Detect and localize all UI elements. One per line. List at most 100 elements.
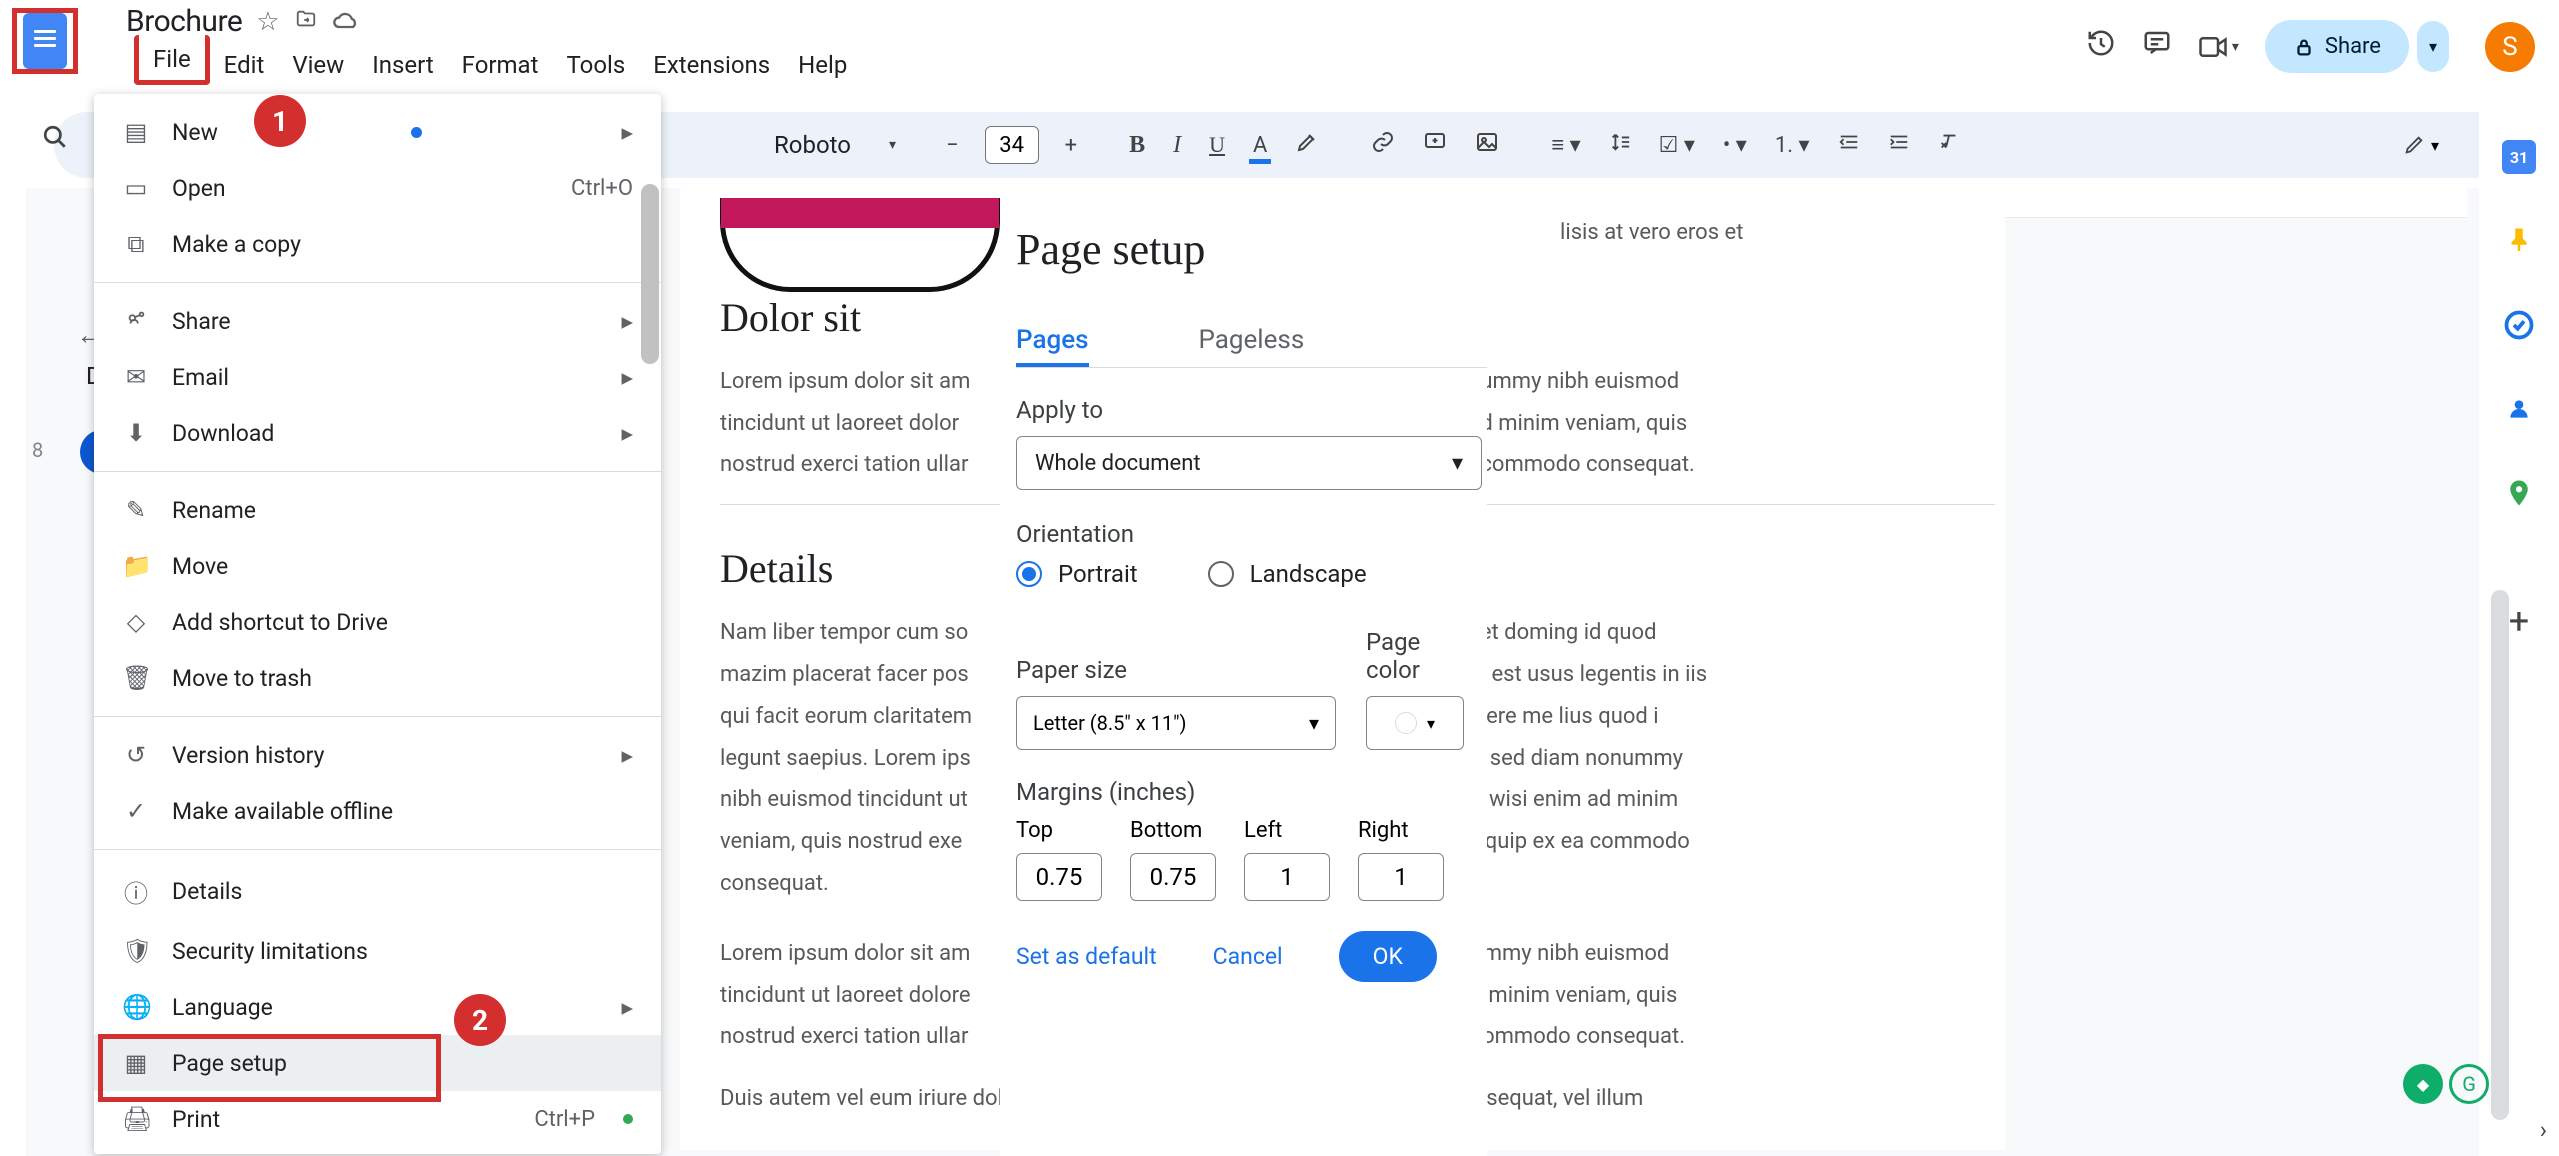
menu-item-download[interactable]: ⬇ Download ▸ [94, 405, 661, 461]
menu-item-page-setup[interactable]: ▦ Page setup [94, 1035, 661, 1091]
star-icon[interactable]: ☆ [256, 7, 279, 37]
menu-item-print[interactable]: 🖨 Print Ctrl+P [94, 1091, 661, 1144]
italic-button[interactable]: I [1161, 124, 1193, 167]
menu-extensions[interactable]: Extensions [639, 45, 784, 85]
share-button[interactable]: Share [2265, 20, 2409, 73]
meet-icon[interactable]: ▾ [2198, 34, 2239, 60]
menu-edit[interactable]: Edit [210, 45, 279, 85]
link-button[interactable] [1359, 122, 1407, 168]
insert-image-button[interactable] [1463, 122, 1511, 168]
add-addon-icon[interactable]: + [2509, 600, 2529, 642]
radio-portrait[interactable]: Portrait [1016, 560, 1138, 588]
trash-icon: 🗑 [122, 664, 150, 692]
comments-icon[interactable] [2142, 28, 2172, 65]
font-selector[interactable]: Roboto [774, 131, 851, 159]
menu-item-rename[interactable]: ✎ Rename [94, 482, 661, 538]
file-menu-dropdown: ▤ New ▸ ▭ Open Ctrl+O ⧉ Make a copy Shar… [94, 94, 661, 1154]
menu-tools[interactable]: Tools [552, 45, 639, 85]
line-spacing-button[interactable] [1597, 123, 1643, 167]
decrease-indent-button[interactable] [1826, 123, 1872, 167]
contacts-icon[interactable] [2502, 392, 2536, 426]
share-dropdown[interactable]: ▾ [2417, 21, 2449, 72]
checklist-button[interactable]: ☑ ▾ [1647, 125, 1707, 166]
font-size-input[interactable] [985, 126, 1039, 164]
set-default-button[interactable]: Set as default [1016, 943, 1157, 970]
calendar-icon[interactable]: 31 [2502, 140, 2536, 174]
page-color-select[interactable]: ▾ [1366, 696, 1464, 750]
menu-item-new[interactable]: ▤ New ▸ [94, 104, 661, 160]
menu-item-version-history[interactable]: ↺ Version history ▸ [94, 727, 661, 783]
align-button[interactable]: ≡ ▾ [1539, 124, 1592, 166]
account-avatar[interactable]: S [2485, 22, 2535, 72]
menu-item-offline[interactable]: ✓ Make available offline [94, 783, 661, 839]
hide-sidepanel-icon[interactable]: › [2540, 1116, 2547, 1144]
margin-left-input[interactable] [1244, 853, 1330, 901]
body-text: tincidunt ut laoreet dolor [720, 403, 970, 445]
maps-icon[interactable] [2502, 476, 2536, 510]
menu-insert[interactable]: Insert [358, 45, 447, 85]
document-scrollbar[interactable] [2491, 590, 2509, 1120]
menu-item-email[interactable]: ✉ Email ▸ [94, 349, 661, 405]
underline-button[interactable]: U [1197, 124, 1237, 166]
increase-size[interactable]: + [1053, 125, 1089, 166]
tab-pages[interactable]: Pages [1016, 317, 1089, 367]
body-text: m; est usus legentis in iis [1462, 654, 1707, 696]
font-dropdown-icon[interactable]: ▾ [889, 137, 896, 153]
menu-scrollbar[interactable] [641, 184, 659, 364]
margin-right-input[interactable] [1358, 853, 1444, 901]
text-color-button[interactable]: A [1241, 125, 1279, 166]
decrease-size[interactable]: − [934, 125, 971, 166]
tasks-icon[interactable] [2502, 308, 2536, 342]
menu-label: Details [172, 878, 242, 905]
numbered-list-button[interactable]: 1. ▾ [1763, 125, 1822, 166]
menu-file[interactable]: File [134, 35, 210, 85]
move-folder-icon[interactable] [294, 8, 318, 36]
highlight-button[interactable] [1283, 122, 1331, 168]
body-text: mazim placerat facer pos [720, 654, 972, 696]
ok-button[interactable]: OK [1339, 931, 1437, 982]
menu-item-details[interactable]: ⓘ Details [94, 860, 661, 923]
cloud-status-icon[interactable] [332, 7, 360, 37]
color-swatch-icon [1395, 712, 1417, 734]
margin-bottom-input[interactable] [1130, 853, 1216, 901]
menu-item-security[interactable]: 🛡 Security limitations [94, 923, 661, 979]
email-icon: ✉ [122, 363, 150, 391]
title-area: Brochure ☆ File Edit View Insert Format … [86, 8, 2086, 85]
body-text: diet doming id quod [1462, 612, 1707, 654]
bold-button[interactable]: B [1117, 124, 1157, 167]
menu-label: Move to trash [172, 665, 312, 692]
menu-item-add-shortcut[interactable]: ◇ Add shortcut to Drive [94, 594, 661, 650]
menu-item-trash[interactable]: 🗑 Move to trash [94, 650, 661, 706]
margin-top-label: Top [1016, 818, 1102, 843]
menu-view[interactable]: View [278, 45, 358, 85]
menu-item-make-copy[interactable]: ⧉ Make a copy [94, 216, 661, 272]
edit-mode-button[interactable]: ▾ [2403, 134, 2439, 156]
document-title[interactable]: Brochure [126, 4, 242, 39]
radio-landscape[interactable]: Landscape [1208, 560, 1367, 588]
body-text: nibh euismod tincidunt ut [720, 779, 972, 821]
history-icon[interactable] [2086, 28, 2116, 65]
search-icon[interactable] [42, 124, 68, 157]
grammarly-widget[interactable]: ◆ G [2403, 1064, 2489, 1104]
dialog-tabs: Pages Pageless [1016, 317, 1487, 368]
chevron-down-icon: ▾ [1309, 711, 1319, 735]
menu-item-open[interactable]: ▭ Open Ctrl+O [94, 160, 661, 216]
increase-indent-button[interactable] [1876, 123, 1922, 167]
menu-item-language[interactable]: 🌐 Language ▸ [94, 979, 661, 1035]
menu-item-share[interactable]: Share ▸ [94, 293, 661, 349]
menu-help[interactable]: Help [784, 45, 861, 85]
cancel-button[interactable]: Cancel [1213, 943, 1283, 970]
tab-pageless[interactable]: Pageless [1199, 317, 1305, 367]
menu-label: New [172, 119, 218, 146]
bulleted-list-button[interactable]: • ▾ [1711, 125, 1759, 166]
clear-formatting-button[interactable] [1926, 123, 1972, 167]
menu-format[interactable]: Format [448, 45, 553, 85]
keep-icon[interactable] [2502, 224, 2536, 258]
menu-label: Share [172, 308, 231, 335]
margin-top-input[interactable] [1016, 853, 1102, 901]
docs-app-icon[interactable] [23, 13, 67, 69]
paper-size-select[interactable]: Letter (8.5" x 11") ▾ [1016, 696, 1336, 750]
add-comment-button[interactable] [1411, 122, 1459, 168]
menu-item-move[interactable]: 📁 Move [94, 538, 661, 594]
apply-to-select[interactable]: Whole document ▾ [1016, 436, 1482, 490]
